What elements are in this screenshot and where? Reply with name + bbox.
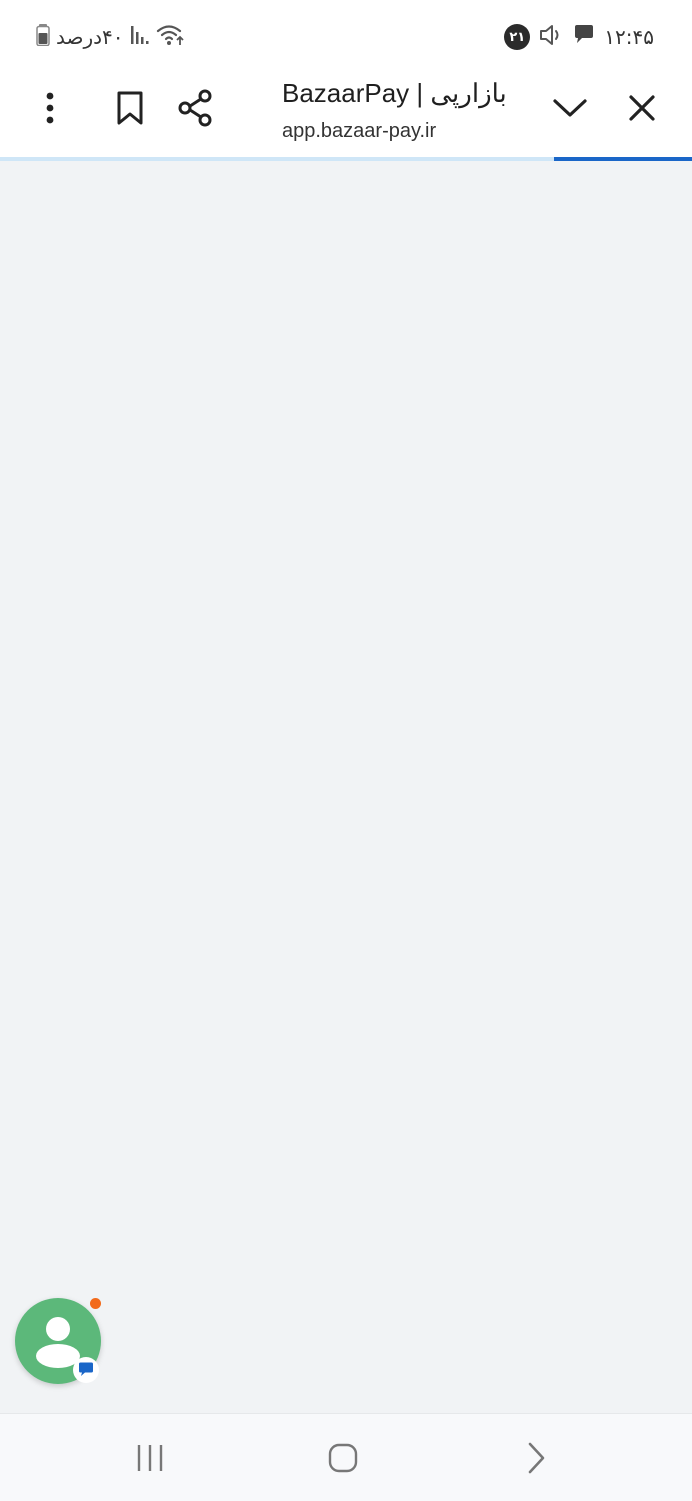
- status-left: ۴۰درصد: [36, 22, 186, 52]
- back-icon[interactable]: [496, 1414, 576, 1501]
- status-time: ۱۲:۴۵: [604, 25, 654, 49]
- battery-icon: [36, 24, 50, 50]
- signal-icon: [130, 24, 150, 50]
- bookmark-icon[interactable]: [106, 86, 154, 130]
- page-title: BazaarPay | بازارپی: [282, 78, 507, 108]
- message-icon: [572, 24, 596, 50]
- status-bar: ۴۰درصد ۲۱ ۱۲:۴۵: [0, 0, 692, 72]
- home-icon[interactable]: [303, 1414, 383, 1501]
- notification-dot: [90, 1298, 101, 1309]
- more-vert-icon[interactable]: [26, 86, 74, 130]
- custom-tab-toolbar: BazaarPay | بازارپی app.bazaar-pay.ir: [0, 72, 692, 160]
- battery-text: ۴۰درصد: [56, 25, 124, 49]
- page-url: app.bazaar-pay.ir: [282, 120, 437, 142]
- volume-icon: [538, 23, 564, 51]
- chat-bubble-icon: [79, 1362, 93, 1376]
- web-content-area[interactable]: [0, 161, 692, 1413]
- close-icon[interactable]: [618, 86, 666, 130]
- system-nav-bar: [0, 1413, 692, 1501]
- recents-icon[interactable]: [110, 1414, 190, 1501]
- share-icon[interactable]: [171, 86, 219, 130]
- notification-badge: ۲۱: [504, 24, 531, 50]
- page-title-block[interactable]: BazaarPay | بازارپی app.bazaar-pay.ir: [282, 72, 532, 160]
- chat-bubble-badge: [73, 1357, 99, 1383]
- status-right: ۲۱ ۱۲:۴۵: [504, 22, 654, 52]
- chevron-down-icon[interactable]: [546, 86, 594, 130]
- wifi-icon: [156, 23, 186, 51]
